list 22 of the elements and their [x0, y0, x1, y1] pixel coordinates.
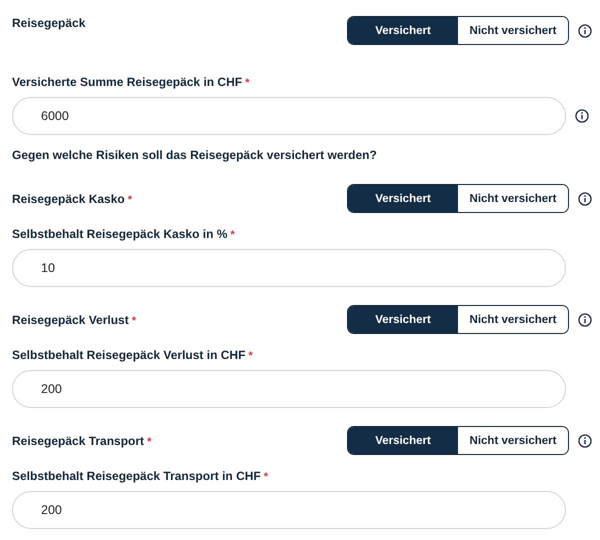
toggle-option[interactable]: Versichert [348, 17, 458, 44]
toggle-option[interactable]: Versichert [348, 185, 458, 212]
input-field[interactable]: 6000 [12, 97, 566, 135]
info-icon[interactable] [578, 192, 592, 206]
field-label: Selbstbehalt Reisegepäck Verlust in CHF * [12, 348, 254, 362]
input-field[interactable]: 10 [12, 249, 566, 287]
input-field[interactable]: 200 [12, 370, 566, 408]
info-icon[interactable] [575, 109, 589, 123]
section-heading: Gegen welche Risiken soll das Reisegepäck versichert werden? [12, 148, 377, 162]
field-label: Reisegepäck Verlust * [12, 312, 136, 326]
toggle-option[interactable]: Versichert [348, 427, 458, 454]
toggle-option[interactable]: Versichert [348, 306, 458, 333]
info-icon[interactable] [578, 24, 592, 38]
field-label: Reisegepäck [12, 16, 86, 30]
field-label: Selbstbehalt Reisegepäck Kasko in % * [12, 227, 236, 241]
field-label: Reisegepäck Transport * [12, 434, 152, 448]
info-icon[interactable] [578, 434, 592, 448]
field-label: Reisegepäck Kasko * [12, 192, 132, 206]
field-label: Selbstbehalt Reisegepäck Transport in CHF * [12, 469, 270, 483]
field-label: Versicherte Summe Reisegepäck in CHF * [12, 75, 250, 89]
input-field[interactable]: 200 [12, 491, 566, 529]
info-icon[interactable] [578, 312, 592, 326]
